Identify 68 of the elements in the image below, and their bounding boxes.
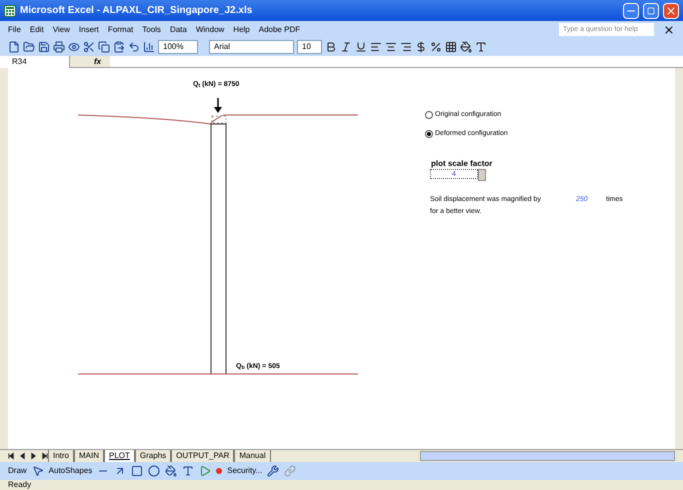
close-icon[interactable] <box>663 24 675 36</box>
tools-icon[interactable] <box>267 465 280 477</box>
play-icon[interactable] <box>199 465 212 477</box>
radio-icon[interactable] <box>425 130 433 138</box>
font-color-icon[interactable] <box>475 41 487 53</box>
menu-item[interactable]: Insert <box>78 24 99 36</box>
last-sheet-icon[interactable] <box>41 452 48 460</box>
paste-icon[interactable] <box>113 41 125 53</box>
security-button[interactable]: Security... <box>227 465 262 477</box>
printer-icon[interactable] <box>53 41 65 53</box>
preview-icon[interactable] <box>68 41 80 53</box>
percent-icon[interactable] <box>430 41 442 53</box>
dollar-icon[interactable] <box>415 41 427 53</box>
record-icon[interactable] <box>216 468 222 474</box>
sheet-tab[interactable]: Intro <box>48 450 74 462</box>
menu-item[interactable]: Help <box>233 24 250 36</box>
font-color-icon[interactable] <box>182 465 194 477</box>
radio-icon[interactable] <box>425 111 433 120</box>
menu-item[interactable]: Window <box>196 24 224 36</box>
save-icon[interactable] <box>38 41 50 53</box>
menu-item[interactable]: Edit <box>30 24 44 36</box>
horizontal-scrollbar[interactable] <box>420 451 675 461</box>
fill-color-icon[interactable] <box>165 465 178 477</box>
excel-icon <box>4 4 16 16</box>
italic-icon[interactable] <box>340 41 352 53</box>
align-center-icon[interactable] <box>385 41 397 53</box>
menu-item[interactable]: Tools <box>142 24 161 36</box>
new-document-icon[interactable] <box>8 41 20 53</box>
scissors-icon[interactable] <box>83 41 95 53</box>
menu-item[interactable]: Adobe PDF <box>258 24 300 36</box>
align-left-icon[interactable] <box>370 41 382 53</box>
next-sheet-icon[interactable] <box>30 452 37 460</box>
zoom-dropdown[interactable]: 100% <box>158 40 198 54</box>
menu-item[interactable]: Data <box>170 24 187 36</box>
sheet-tab[interactable]: PLOT <box>104 450 135 462</box>
scale-factor-label: plot scale factor <box>431 158 492 170</box>
function-icon[interactable]: fx <box>94 56 110 68</box>
sheet-tab[interactable]: Graphs <box>134 450 172 462</box>
undo-icon[interactable] <box>128 41 140 53</box>
chart-icon[interactable] <box>143 41 155 53</box>
restore-button[interactable] <box>643 2 659 18</box>
restore-icon[interactable] <box>647 6 655 14</box>
autoshapes-menu[interactable]: AutoShapes <box>48 465 92 477</box>
formula-field[interactable] <box>110 56 683 67</box>
sheet-tab[interactable]: OUTPUT_PAR <box>171 450 234 462</box>
menu-item[interactable]: File <box>8 24 21 36</box>
rectangle-icon[interactable] <box>131 465 144 477</box>
previous-sheet-icon[interactable] <box>19 452 26 460</box>
sheet-tab[interactable]: Manual <box>234 450 271 462</box>
align-right-icon[interactable] <box>400 41 412 53</box>
menu-item[interactable]: Format <box>108 24 134 36</box>
font-dropdown[interactable]: Arial <box>209 40 294 54</box>
fill-color-icon[interactable] <box>460 41 472 53</box>
window-title: Microsoft Excel - ALPAXL_CIR_Singapore_J2.xls <box>20 4 254 18</box>
underline-icon[interactable] <box>355 41 367 53</box>
first-sheet-icon[interactable] <box>8 452 15 460</box>
borders-icon[interactable] <box>445 41 457 53</box>
font-size-dropdown[interactable]: 10 <box>297 40 322 54</box>
name-box[interactable]: R34 <box>0 56 70 68</box>
pointer-icon[interactable] <box>32 465 44 477</box>
bold-icon[interactable] <box>325 41 337 53</box>
folder-icon[interactable] <box>23 41 35 53</box>
oval-icon[interactable] <box>148 465 160 477</box>
status-text: Ready <box>8 479 32 490</box>
draw-menu[interactable]: Draw <box>8 465 27 477</box>
menu-item[interactable]: View <box>52 24 70 36</box>
copy-icon[interactable] <box>98 41 110 53</box>
sheet-tab[interactable]: MAIN <box>74 450 104 462</box>
